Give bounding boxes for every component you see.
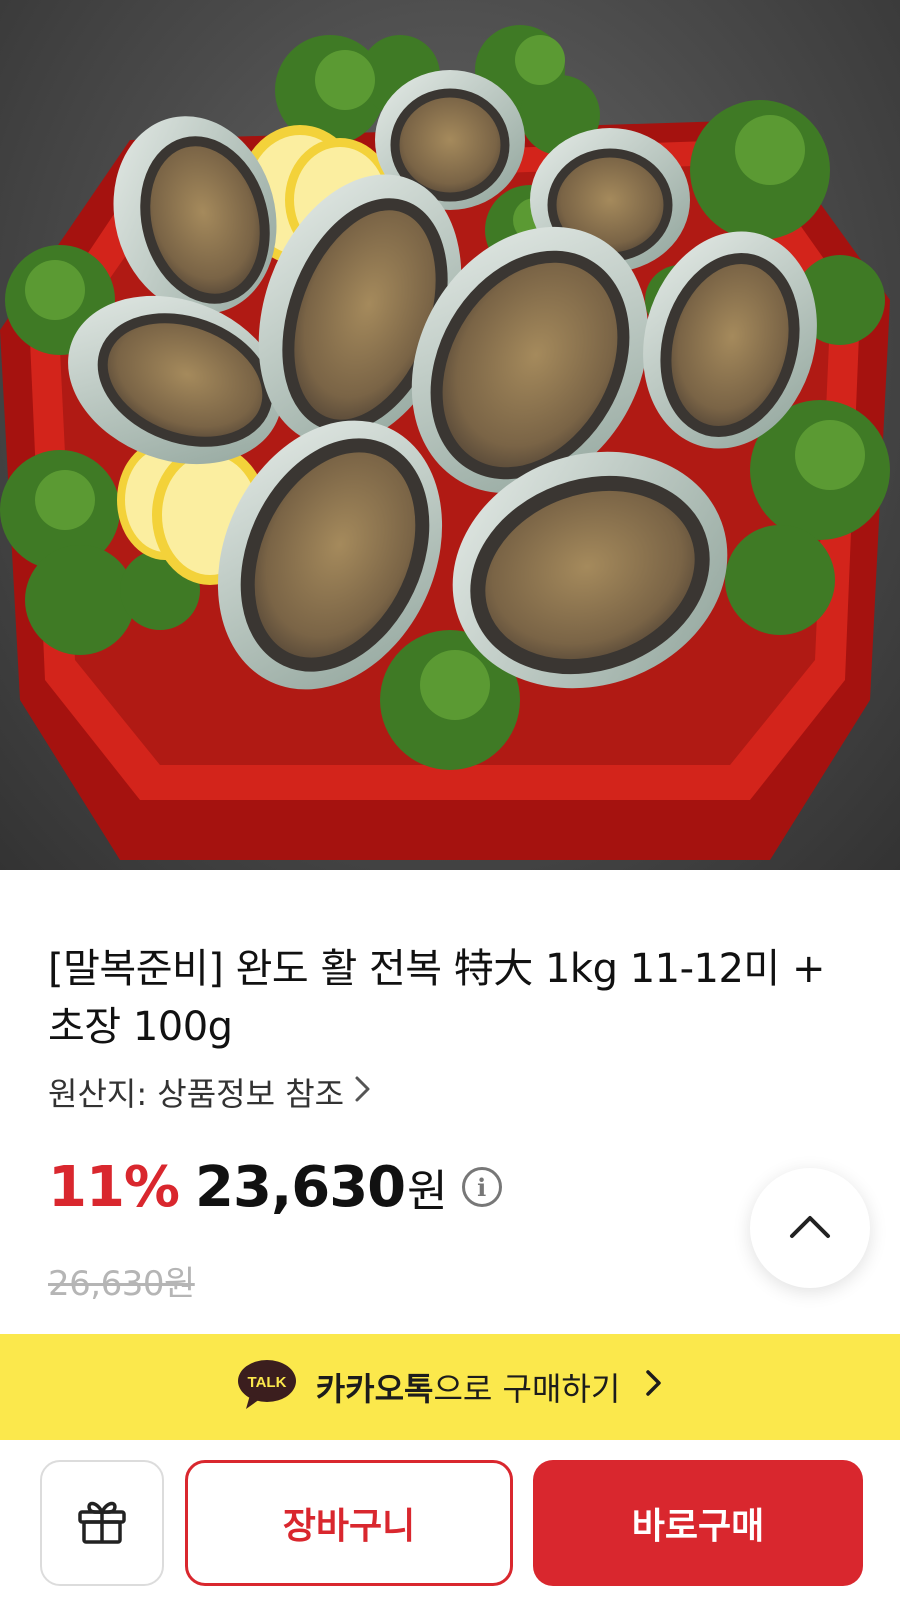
product-title: [말복준비] 완도 활 전복 特大 1kg 11-12미 + 초장 100g: [48, 946, 825, 1050]
buy-now-button[interactable]: 바로구매: [533, 1460, 863, 1586]
gift-icon: [76, 1496, 128, 1550]
origin-label: 원산지: 상품정보 참조: [48, 1075, 345, 1113]
kakao-talk-icon: TALK: [236, 1359, 298, 1415]
original-price: 26,630원: [48, 1264, 195, 1304]
kakao-suffix: 으로 구매하기: [433, 1370, 621, 1408]
price-row: 11% 23,630 원 i: [48, 1152, 502, 1222]
origin-link[interactable]: 원산지: 상품정보 참조: [48, 1070, 860, 1114]
kakao-badge: TALK: [247, 1374, 286, 1391]
scroll-to-top-button[interactable]: [750, 1168, 870, 1288]
add-to-cart-button[interactable]: 장바구니: [185, 1460, 513, 1586]
kakao-purchase-label: 카카오톡으로 구매하기: [316, 1364, 621, 1410]
chevron-right-icon: [354, 1075, 372, 1109]
gift-button[interactable]: [40, 1460, 164, 1586]
bottom-action-bar: 장바구니 바로구매: [0, 1440, 900, 1599]
kakao-purchase-banner[interactable]: TALK 카카오톡으로 구매하기: [0, 1334, 900, 1440]
product-image: [0, 0, 900, 870]
sale-price: 23,630: [195, 1154, 406, 1220]
product-info: [말복준비] 완도 활 전복 特大 1kg 11-12미 + 초장 100g 원…: [48, 940, 860, 1114]
currency-unit: 원: [407, 1166, 448, 1217]
chevron-right-icon: [644, 1367, 664, 1407]
kakao-brand: 카카오톡: [315, 1370, 434, 1408]
chevron-up-icon: [788, 1212, 832, 1244]
discount-rate: 11%: [48, 1154, 180, 1220]
info-circle-icon[interactable]: i: [461, 1167, 502, 1207]
